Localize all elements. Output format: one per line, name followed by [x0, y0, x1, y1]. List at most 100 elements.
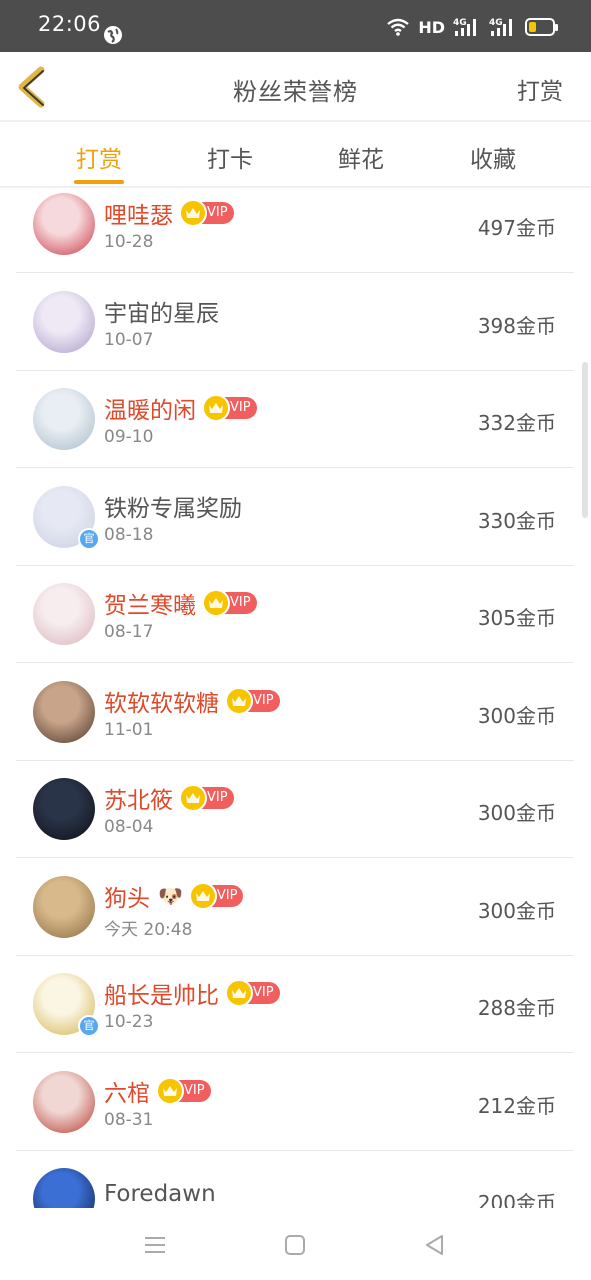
- avatar[interactable]: [33, 583, 95, 645]
- vip-label: VIP: [184, 1083, 205, 1098]
- status-bar: 22:06 HD 4G 4G: [0, 0, 591, 52]
- vip-label: VIP: [253, 693, 274, 708]
- signal-4g-icon: 4G: [453, 18, 476, 36]
- fan-row[interactable]: 官船长是帅比 VIP 10-23 288金币: [16, 956, 574, 1053]
- vip-label: VIP: [207, 790, 228, 805]
- fan-name: 铁粉专属奖励: [104, 496, 242, 522]
- coin-amount: 200金币: [477, 1191, 556, 1208]
- vip-badge: VIP: [225, 687, 280, 715]
- fan-row[interactable]: 温暖的闲 VIP 09-10 332金币: [16, 371, 574, 468]
- reward-date: 09-10: [104, 427, 154, 447]
- tab-checkin[interactable]: 打卡: [180, 140, 280, 174]
- battery-icon: [525, 18, 558, 36]
- fan-row[interactable]: 六棺 VIP 08-31 212金币: [16, 1054, 574, 1151]
- svg-text:4G: 4G: [453, 18, 467, 28]
- system-nav-bar: [0, 1208, 591, 1280]
- vip-badge: VIP: [179, 784, 234, 812]
- page-header: 粉丝荣誉榜 打赏: [0, 52, 591, 122]
- tab-reward[interactable]: 打赏: [49, 140, 149, 174]
- vip-badge: VIP: [179, 199, 234, 227]
- reward-date: 10-07: [104, 330, 154, 350]
- fan-row[interactable]: 哩哇瑟 VIP 10-28 497金币: [16, 190, 574, 273]
- vip-label: VIP: [216, 888, 238, 903]
- official-badge-icon: 官: [78, 1015, 100, 1037]
- crown-icon: [225, 979, 253, 1007]
- battery-level: [529, 22, 536, 32]
- name-line: 苏北筱 VIP: [104, 781, 234, 815]
- avatar[interactable]: [33, 876, 95, 938]
- vip-badge: VIP: [188, 882, 244, 910]
- tab-bar: 打赏 打卡 鲜花 收藏: [0, 122, 591, 188]
- network-label: HD: [418, 17, 445, 37]
- vip-badge: VIP: [156, 1077, 211, 1105]
- fan-row[interactable]: 狗头 🐶 VIP 今天 20:48 300金币: [16, 859, 574, 956]
- vip-label: VIP: [253, 985, 274, 1000]
- avatar[interactable]: [33, 291, 95, 353]
- vip-label: VIP: [230, 595, 251, 610]
- name-line: 六棺 VIP: [104, 1074, 211, 1108]
- crown-icon: [179, 199, 207, 227]
- name-line: 温暖的闲 VIP: [104, 391, 257, 425]
- crown-icon: [179, 784, 207, 812]
- reward-date: 10-23: [104, 1012, 154, 1032]
- fan-name: 船长是帅比: [104, 983, 219, 1009]
- fan-row[interactable]: 贺兰寒曦 VIP 08-17 305金币: [16, 566, 574, 663]
- fan-name: 宇宙的星辰: [104, 301, 219, 327]
- fan-name: 贺兰寒曦: [104, 593, 196, 619]
- vip-badge: VIP: [202, 394, 257, 422]
- avatar[interactable]: [33, 193, 95, 255]
- vip-badge: VIP: [225, 979, 280, 1007]
- tab-favorites[interactable]: 收藏: [443, 140, 543, 174]
- name-line: 贺兰寒曦 VIP: [104, 586, 257, 620]
- fan-name: 软软软软糖: [104, 691, 219, 717]
- scrollbar[interactable]: [582, 362, 588, 518]
- home-square-icon[interactable]: [282, 1232, 308, 1258]
- avatar[interactable]: [33, 681, 95, 743]
- fan-name: Foredawn: [104, 1181, 216, 1207]
- crown-icon: [202, 394, 230, 422]
- crown-icon: [225, 687, 253, 715]
- avatar[interactable]: [33, 388, 95, 450]
- fan-name: 苏北筱: [104, 788, 173, 814]
- reward-action-button[interactable]: 打赏: [517, 72, 563, 106]
- tab-flowers[interactable]: 鲜花: [311, 140, 411, 174]
- vip-label: VIP: [207, 205, 228, 220]
- reward-date: 08-17: [104, 622, 154, 642]
- coin-amount: 212金币: [477, 1094, 556, 1118]
- coin-amount: 300金币: [477, 704, 556, 728]
- fan-row[interactable]: 宇宙的星辰 10-07 398金币: [16, 274, 574, 371]
- reward-date: 08-04: [104, 817, 154, 837]
- reward-date: 08-18: [104, 525, 154, 545]
- fan-row[interactable]: Foredawn 200金币: [16, 1151, 574, 1208]
- avatar[interactable]: [33, 1071, 95, 1133]
- page-title: 粉丝荣誉榜: [233, 78, 358, 106]
- fan-name: 哩哇瑟: [104, 203, 173, 229]
- avatar[interactable]: [33, 1168, 95, 1208]
- reward-date: 08-31: [104, 1110, 154, 1130]
- coin-amount: 300金币: [477, 899, 556, 923]
- coin-amount: 497金币: [477, 216, 556, 240]
- reward-date: 今天 20:48: [104, 920, 193, 940]
- fan-list[interactable]: 哩哇瑟 VIP 10-28 497金币 宇宙的星辰 10-07 398金币 温暖的闲 VIP 09…: [0, 190, 591, 1208]
- vip-badge: VIP: [202, 589, 257, 617]
- fan-row[interactable]: 软软软软糖 VIP 11-01 300金币: [16, 664, 574, 761]
- coin-amount: 300金币: [477, 801, 556, 825]
- dog-face-icon: 🐶: [158, 884, 183, 908]
- back-triangle-icon[interactable]: [422, 1232, 448, 1258]
- coin-amount: 332金币: [477, 411, 556, 435]
- status-time: 22:06: [38, 12, 102, 36]
- coin-amount: 288金币: [477, 996, 556, 1020]
- coin-amount: 398金币: [477, 314, 556, 338]
- menu-icon[interactable]: [142, 1232, 168, 1258]
- fan-row[interactable]: 官铁粉专属奖励 08-18 330金币: [16, 469, 574, 566]
- name-line: 船长是帅比 VIP: [104, 976, 280, 1010]
- fan-row[interactable]: 苏北筱 VIP 08-04 300金币: [16, 761, 574, 858]
- crown-icon: [156, 1077, 184, 1105]
- active-tab-indicator: [74, 180, 124, 184]
- name-line: 宇宙的星辰: [104, 294, 219, 328]
- name-line: 狗头 🐶 VIP: [104, 879, 244, 913]
- crown-icon: [202, 589, 230, 617]
- fan-name: 狗头: [104, 886, 150, 912]
- avatar[interactable]: [33, 778, 95, 840]
- name-line: 铁粉专属奖励: [104, 489, 242, 523]
